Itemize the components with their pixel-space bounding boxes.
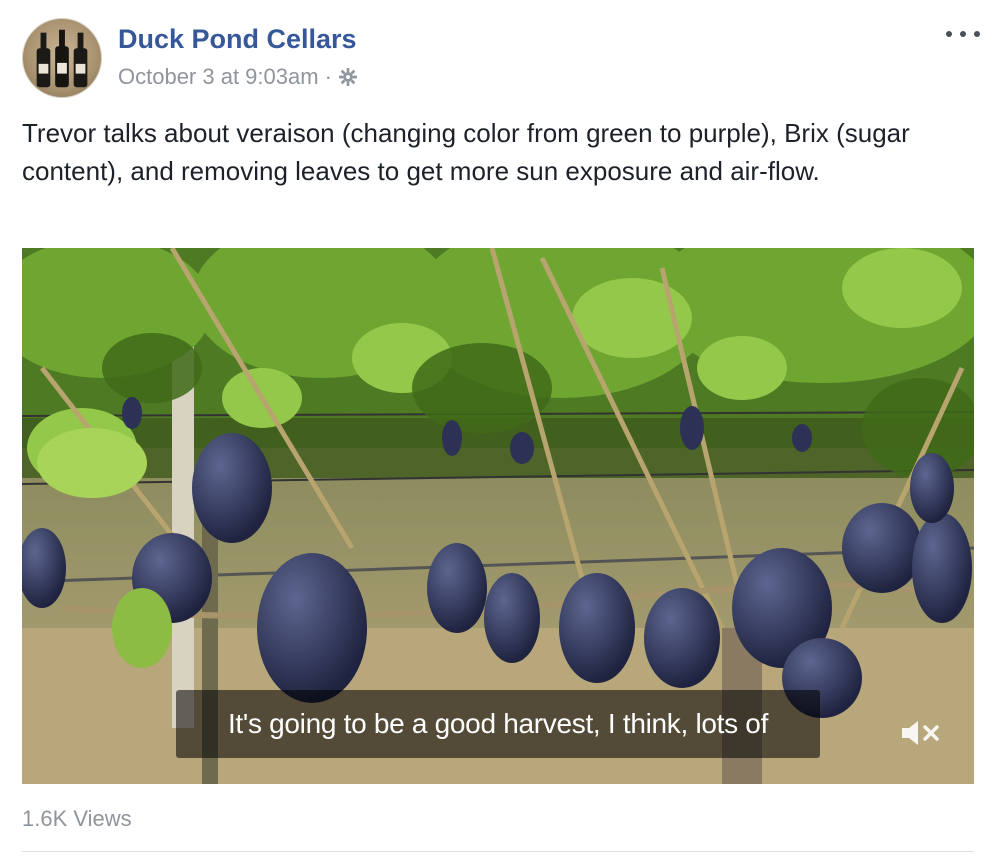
- page-avatar[interactable]: [22, 18, 102, 98]
- video-player[interactable]: It's going to be a good harvest, I think…: [22, 248, 974, 784]
- video-caption: It's going to be a good harvest, I think…: [176, 690, 820, 758]
- more-options-icon[interactable]: [946, 24, 980, 44]
- post-timestamp[interactable]: October 3 at 9:03am: [118, 64, 319, 90]
- view-count[interactable]: 1.6K Views: [22, 806, 132, 832]
- gear-icon[interactable]: [338, 67, 358, 87]
- page-name-link[interactable]: Duck Pond Cellars: [118, 24, 357, 55]
- post-meta: October 3 at 9:03am ·: [118, 64, 358, 90]
- divider: [22, 851, 974, 852]
- facebook-post: Duck Pond Cellars October 3 at 9:03am ·: [0, 0, 998, 856]
- wine-bottles-image: [36, 29, 88, 88]
- mute-icon[interactable]: [900, 718, 942, 748]
- meta-separator: ·: [324, 64, 332, 89]
- post-text: Trevor talks about veraison (changing co…: [22, 118, 910, 186]
